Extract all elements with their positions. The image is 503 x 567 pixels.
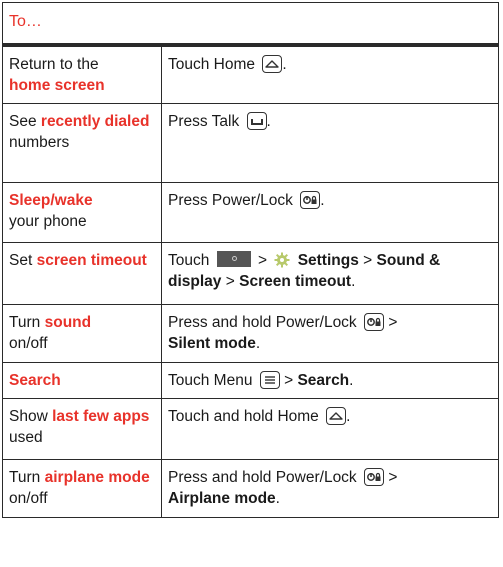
talk-key-icon (246, 111, 267, 130)
action-text: . (346, 407, 351, 425)
action-cell: Press and hold Power/Lock > Silent mode. (161, 303, 499, 363)
action-separator: > (363, 251, 373, 269)
task-highlight: Sleep/wake (9, 191, 93, 209)
action-separator: > (258, 251, 268, 269)
task-highlight: Search (9, 371, 61, 389)
screen-timeout-label: Screen timeout (239, 272, 352, 290)
header-row: To… (2, 2, 499, 47)
task-highlight: sound (44, 313, 92, 331)
task-cell: Search (2, 361, 162, 399)
task-text: Show (9, 407, 48, 425)
task-cell: Set screen timeout (2, 241, 162, 305)
action-text: Press Power/Lock (168, 191, 293, 209)
action-text: . (275, 489, 280, 507)
action-cell: Touch Home . (161, 44, 499, 104)
action-cell: Press Power/Lock . (161, 181, 499, 243)
task-highlight: last few apps (52, 407, 150, 425)
task-highlight: home screen (9, 77, 105, 94)
action-text: Press and hold Power/Lock (168, 468, 357, 486)
action-cell: Touch > Settings > Sound & display > Scr… (161, 241, 499, 305)
task-text: on/off (9, 334, 48, 352)
settings-gear-icon (274, 252, 290, 267)
task-text: See (9, 112, 37, 130)
action-cell: Press and hold Power/Lock > Airplane mod… (161, 458, 499, 518)
home-key-icon (262, 55, 283, 73)
reference-table-container: To… Return to the home screen Touch Home… (2, 2, 499, 518)
task-cell: Turn airplane mode on/off (2, 458, 162, 518)
table-row: Turn airplane mode on/off Press and hold… (2, 458, 499, 518)
power-lock-key-icon (364, 467, 384, 486)
task-text: numbers (9, 133, 70, 151)
table-row: Set screen timeout Touch > Settings > So… (2, 241, 499, 305)
task-text: Set (9, 251, 33, 269)
table-row: Show last few apps used Touch and hold H… (2, 397, 499, 460)
action-text: Touch and hold Home (168, 407, 319, 425)
table-row: See recently dialed numbers Press Talk . (2, 102, 499, 183)
action-text: . (349, 371, 354, 389)
task-cell: Show last few apps used (2, 397, 162, 460)
action-separator: > (284, 371, 294, 389)
action-separator: > (225, 272, 235, 290)
action-separator: > (388, 313, 398, 331)
task-text: your phone (9, 212, 87, 230)
task-cell: Sleep/wake your phone (2, 181, 162, 243)
action-cell: Touch and hold Home . (161, 397, 499, 460)
power-lock-key-icon (300, 190, 321, 209)
power-lock-key-icon (364, 312, 384, 331)
action-text: Press and hold Power/Lock (168, 313, 357, 331)
search-label: Search (297, 371, 350, 389)
task-highlight: recently dialed (40, 112, 150, 130)
table-row: Search Touch Menu > Search. (2, 361, 499, 399)
quick-reference-table: To… Return to the home screen Touch Home… (2, 2, 499, 518)
task-text: Return to the (9, 56, 99, 73)
task-cell: Turn sound on/off (2, 303, 162, 363)
action-cell: Touch Menu > Search. (161, 361, 499, 399)
silent-mode-label: Silent mode (168, 334, 256, 352)
task-text: Turn (9, 313, 41, 331)
home-key-icon (326, 406, 347, 425)
table-row: Turn sound on/off Press and hold Power/L… (2, 303, 499, 363)
task-text: on/off (9, 489, 48, 507)
task-text: used (9, 428, 43, 446)
action-text: Press Talk (168, 112, 240, 130)
task-highlight: airplane mode (44, 468, 150, 486)
action-text: . (282, 56, 287, 73)
action-text: . (320, 191, 325, 209)
action-text: . (351, 272, 356, 290)
action-cell: Press Talk . (161, 102, 499, 183)
action-text: . (266, 112, 271, 130)
action-text: Touch (168, 251, 210, 269)
task-text: Turn (9, 468, 41, 486)
action-text: Touch Home (168, 56, 256, 73)
home-screen-tile-icon (216, 250, 251, 267)
menu-key-icon (259, 370, 280, 389)
table-row: Return to the home screen Touch Home . (2, 44, 499, 104)
task-cell: See recently dialed numbers (2, 102, 162, 183)
table-header: To… (2, 2, 499, 47)
action-separator: > (388, 468, 398, 486)
action-text: . (255, 334, 261, 352)
task-cell: Return to the home screen (2, 44, 162, 104)
action-text: Touch Menu (168, 371, 253, 389)
table-row: Sleep/wake your phone Press Power/Lock . (2, 181, 499, 243)
settings-label: Settings (297, 251, 359, 269)
airplane-mode-label: Airplane mode (168, 489, 276, 507)
task-highlight: screen timeout (36, 251, 147, 269)
